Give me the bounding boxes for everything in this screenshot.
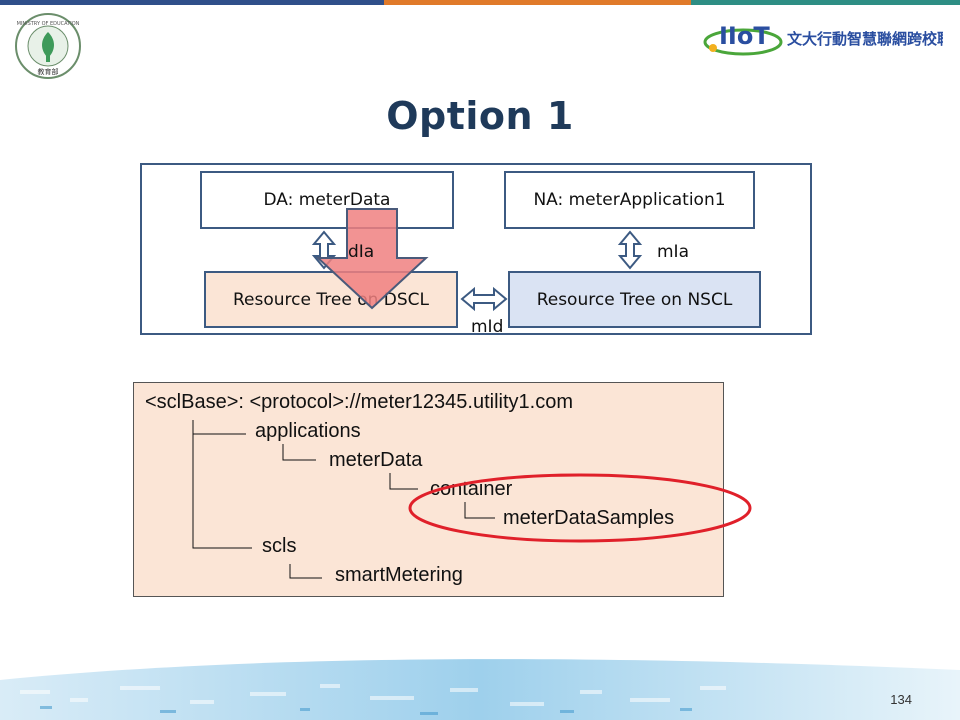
tree-connectors xyxy=(192,420,495,579)
bottom-decorative-band xyxy=(0,659,960,720)
tree-applications: applications xyxy=(255,420,361,442)
highlight-ellipse xyxy=(408,473,752,543)
tree-root: <sclBase>: <protocol>://meter12345.utili… xyxy=(145,391,574,413)
page-number: 134 xyxy=(890,692,912,707)
tree-scls: scls xyxy=(262,535,297,557)
tree-smartmetering: smartMetering xyxy=(335,564,463,586)
tree-meterdata: meterData xyxy=(329,449,423,471)
